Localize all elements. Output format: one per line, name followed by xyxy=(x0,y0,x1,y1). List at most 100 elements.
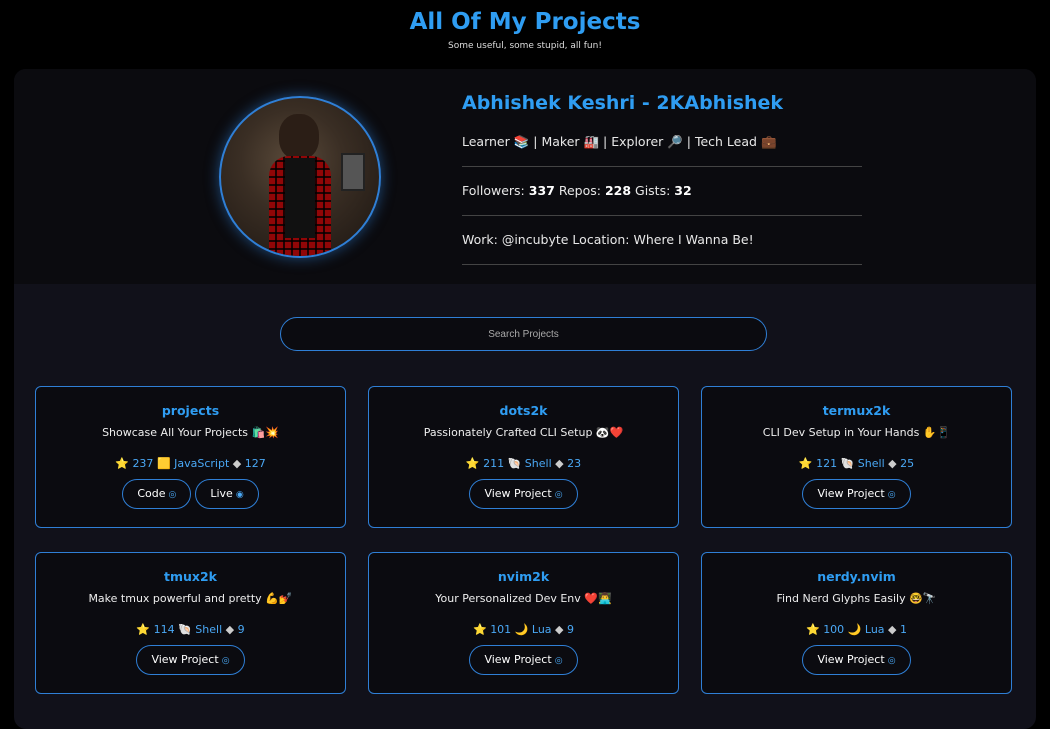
star-icon: ⭐ xyxy=(136,623,154,636)
project-stats: ⭐ 211 🐚 Shell ◆ 23 xyxy=(369,457,678,471)
language-name: Shell xyxy=(195,623,226,636)
button-label: View Project xyxy=(817,653,885,666)
github-icon: ◎ xyxy=(887,490,896,500)
followers-count: 337 xyxy=(528,183,555,198)
profile-info: Abhishek Keshri - 2KAbhishek Learner 📚 |… xyxy=(462,91,862,265)
star-icon: ⭐ xyxy=(465,457,484,470)
profile-name[interactable]: Abhishek Keshri - 2KAbhishek xyxy=(462,91,862,115)
project-name[interactable]: nvim2k xyxy=(369,569,678,585)
repos-count: 228 xyxy=(604,183,632,198)
button-label: Live xyxy=(210,487,233,500)
project-buttons: View Project ◎ xyxy=(369,479,678,509)
fork-count: 23 xyxy=(567,457,582,470)
project-name[interactable]: tmux2k xyxy=(36,569,345,585)
fork-icon: ◆ xyxy=(232,457,245,470)
project-name[interactable]: termux2k xyxy=(702,403,1011,419)
star-count: 211 xyxy=(483,457,508,470)
live-button[interactable]: Live ◉ xyxy=(195,479,259,509)
language-icon: 🌙 xyxy=(847,623,865,636)
project-card: nvim2k Your Personalized Dev Env ❤️👨‍💻 ⭐ 1… xyxy=(368,552,679,694)
project-description: Make tmux powerful and pretty 💪💅 xyxy=(88,592,293,605)
language-name: JavaScript xyxy=(174,457,233,470)
project-buttons: View Project ◎ xyxy=(36,645,345,675)
gists-count: 32 xyxy=(674,183,692,198)
project-card: termux2k CLI Dev Setup in Your Hands ✋📱 ⭐ … xyxy=(701,386,1012,528)
page-title: All Of My Projects xyxy=(409,9,641,35)
view-project-button[interactable]: View Project ◎ xyxy=(469,645,578,675)
avatar xyxy=(219,96,381,258)
button-label: View Project xyxy=(484,653,552,666)
language-name: Shell xyxy=(857,457,889,470)
project-description: Passionately Crafted CLI Setup 🐼❤️ xyxy=(423,426,624,439)
github-icon: ◎ xyxy=(221,656,230,666)
project-card: dots2k Passionately Crafted CLI Setup 🐼❤️… xyxy=(368,386,679,528)
language-icon: 🐚 xyxy=(507,457,525,470)
project-stats: ⭐ 101 🌙 Lua ◆ 9 xyxy=(369,623,678,637)
project-buttons: View Project ◎ xyxy=(702,479,1011,509)
page-subtitle: Some useful, some stupid, all fun! xyxy=(448,41,602,51)
project-description: Showcase All Your Projects 🛍️💥 xyxy=(102,426,279,439)
star-count: 114 xyxy=(153,623,179,636)
fork-icon: ◆ xyxy=(225,623,238,636)
avatar-tee xyxy=(285,158,315,238)
button-label: View Project xyxy=(484,487,552,500)
project-card: tmux2k Make tmux powerful and pretty 💪💅 ⭐ … xyxy=(35,552,346,694)
language-icon: 🐚 xyxy=(178,623,196,636)
project-description: CLI Dev Setup in Your Hands ✋📱 xyxy=(762,426,951,439)
project-card: nerdy.nvim Find Nerd Glyphs Easily 🤓🔭 ⭐ 10… xyxy=(701,552,1012,694)
profile-work-location: Work: @incubyte Location: Where I Wanna … xyxy=(462,216,862,265)
project-name[interactable]: nerdy.nvim xyxy=(702,569,1011,585)
profile-section: Abhishek Keshri - 2KAbhishek Learner 📚 |… xyxy=(14,69,1036,284)
fork-icon: ◆ xyxy=(888,623,901,636)
star-count: 237 xyxy=(132,457,157,470)
fork-count: 1 xyxy=(900,623,908,636)
profile-stats: Followers: 337 Repos: 228 Gists: 32 xyxy=(462,167,862,216)
view-project-button[interactable]: View Project ◎ xyxy=(802,479,911,509)
language-name: Lua xyxy=(531,623,556,636)
star-count: 100 xyxy=(823,623,848,636)
github-icon: ◎ xyxy=(887,656,896,666)
project-name[interactable]: dots2k xyxy=(369,403,678,419)
repos-label: Repos: xyxy=(558,183,601,198)
fork-count: 9 xyxy=(567,623,575,636)
view-project-button[interactable]: View Project ◎ xyxy=(469,479,578,509)
followers-label: Followers: xyxy=(462,183,525,198)
star-count: 101 xyxy=(490,623,515,636)
github-icon: ◎ xyxy=(554,490,563,500)
language-name: Shell xyxy=(524,457,556,470)
code-button[interactable]: Code ◎ xyxy=(122,479,192,509)
search-input[interactable]: Search Projects xyxy=(280,317,767,351)
button-label: View Project xyxy=(817,487,885,500)
wall-frame xyxy=(341,153,365,191)
fork-count: 25 xyxy=(900,457,915,470)
fork-count: 127 xyxy=(244,457,266,470)
project-name[interactable]: projects xyxy=(36,403,345,419)
project-buttons: View Project ◎ xyxy=(702,645,1011,675)
project-buttons: Code ◎ Live ◉ xyxy=(36,479,345,509)
view-project-button[interactable]: View Project ◎ xyxy=(136,645,245,675)
star-count: 121 xyxy=(816,457,841,470)
project-description: Find Nerd Glyphs Easily 🤓🔭 xyxy=(776,592,937,605)
star-icon: ⭐ xyxy=(798,457,817,470)
fork-count: 9 xyxy=(237,623,245,636)
project-buttons: View Project ◎ xyxy=(369,645,678,675)
language-name: Lua xyxy=(864,623,889,636)
view-project-button[interactable]: View Project ◎ xyxy=(802,645,911,675)
button-label: View Project xyxy=(151,653,219,666)
language-icon: 🐚 xyxy=(840,457,858,470)
fork-icon: ◆ xyxy=(555,623,568,636)
globe-icon: ◉ xyxy=(235,490,244,500)
star-icon: ⭐ xyxy=(472,623,491,636)
star-icon: ⭐ xyxy=(805,623,824,636)
button-label: Code xyxy=(137,487,166,500)
project-stats: ⭐ 100 🌙 Lua ◆ 1 xyxy=(702,623,1011,637)
avatar-head xyxy=(279,114,319,160)
project-stats: ⭐ 121 🐚 Shell ◆ 25 xyxy=(702,457,1011,471)
profile-tagline: Learner 📚 | Maker 🏭 | Explorer 🔎 | Tech … xyxy=(462,118,862,167)
github-icon: ◎ xyxy=(168,490,177,500)
github-icon: ◎ xyxy=(554,656,563,666)
project-stats: ⭐ 237 🟨 JavaScript ◆ 127 xyxy=(36,457,345,471)
fork-icon: ◆ xyxy=(888,457,901,470)
project-card: projects Showcase All Your Projects 🛍️💥 ⭐ … xyxy=(35,386,346,528)
star-icon: ⭐ xyxy=(115,457,133,470)
